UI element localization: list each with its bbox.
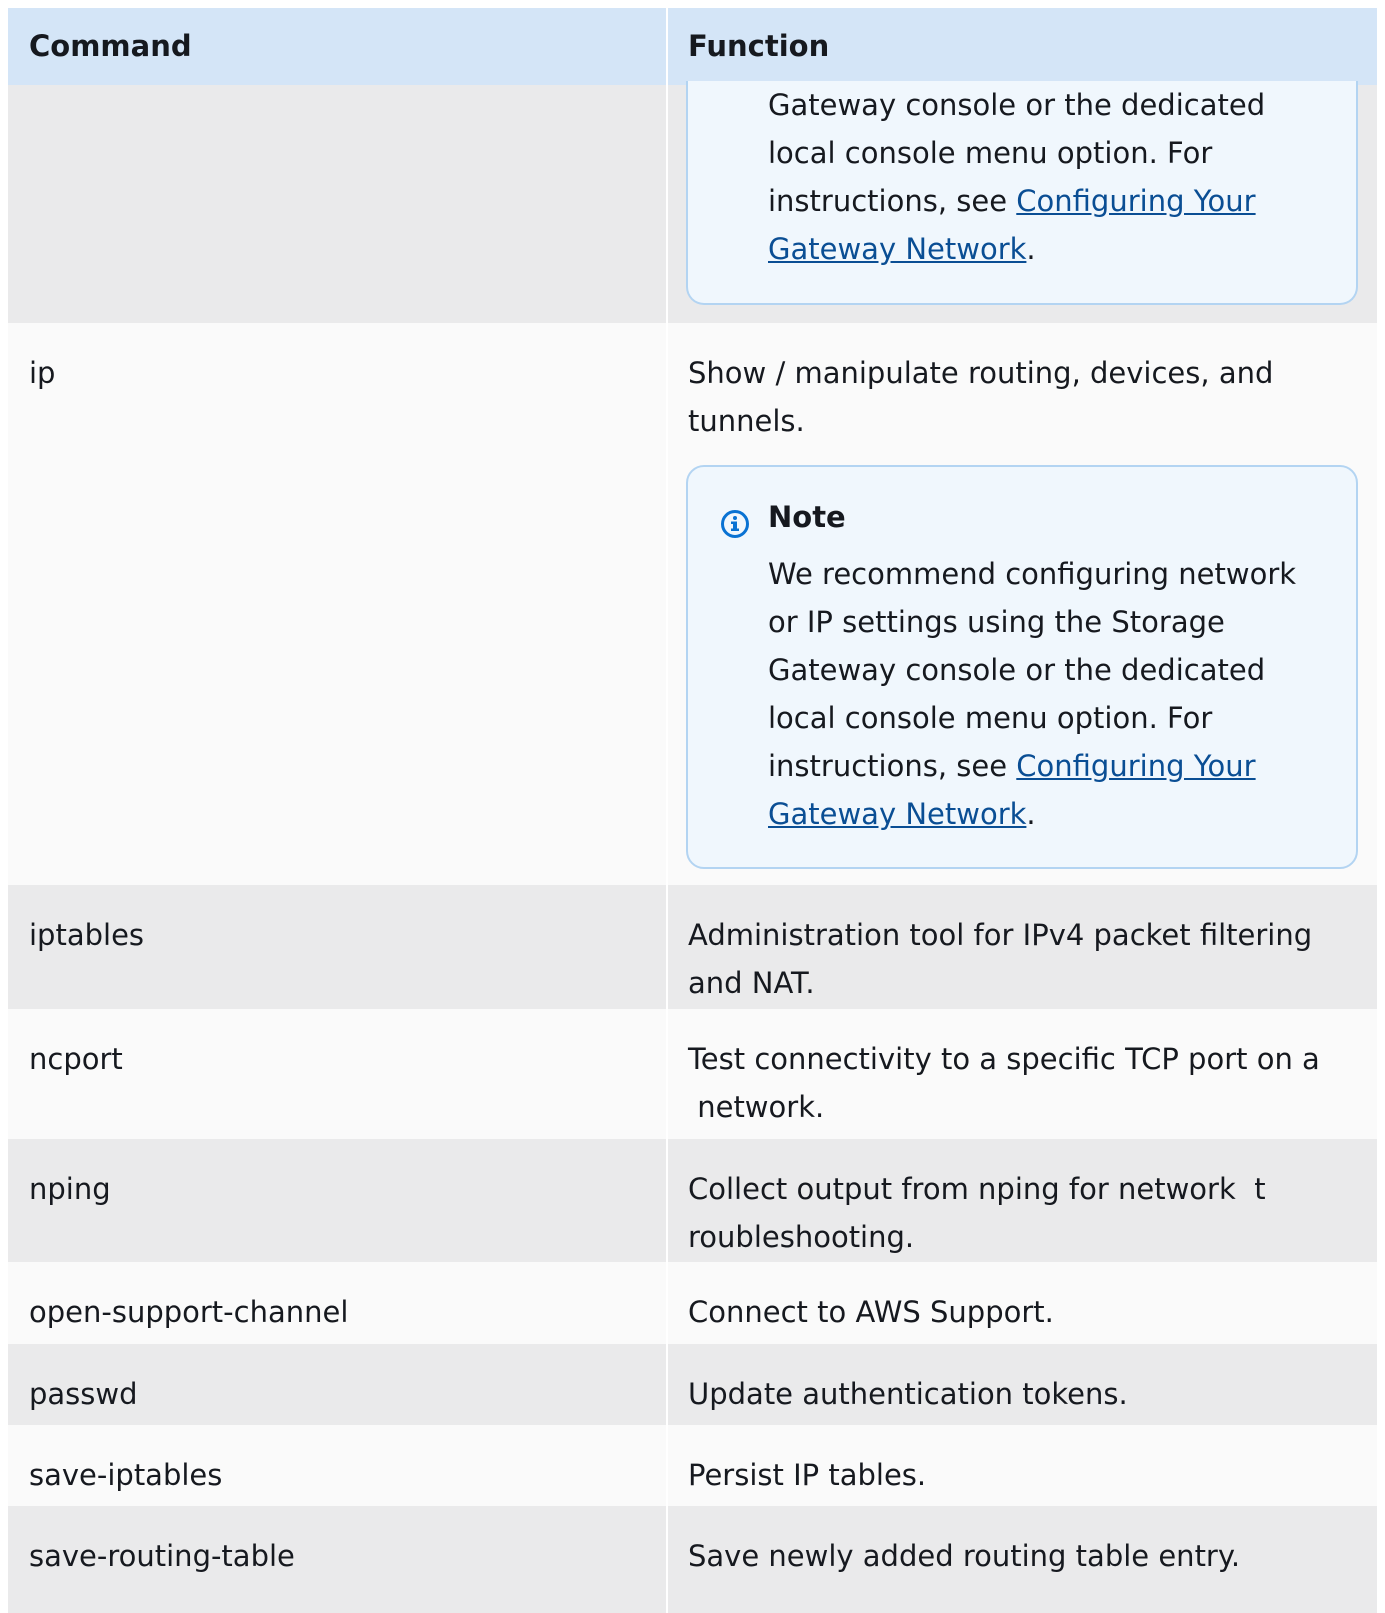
function-line: Collect output from nping for network t bbox=[688, 1172, 1266, 1206]
table-row: ncport Test connectivity to a specific T… bbox=[8, 1009, 1377, 1139]
note-text-prefix: instructions, see bbox=[768, 749, 1017, 783]
table-header: Command Function bbox=[8, 8, 1377, 85]
table-row: save-iptables Persist IP tables. bbox=[8, 1425, 1377, 1506]
command-cell: save-routing-table bbox=[29, 1539, 295, 1573]
function-line: network. bbox=[688, 1090, 825, 1124]
command-cell: nping bbox=[29, 1172, 111, 1206]
note-text-prefix: instructions, see bbox=[768, 184, 1017, 218]
function-cell: Persist IP tables. bbox=[668, 1425, 1377, 1506]
function-cell: Collect output from nping for network t … bbox=[668, 1139, 1377, 1262]
note-suffix: . bbox=[1026, 797, 1036, 831]
function-line: Save newly added routing table entry. bbox=[688, 1539, 1241, 1573]
note-line: local console menu option. For bbox=[768, 136, 1213, 170]
command-cell: save-iptables bbox=[29, 1458, 223, 1492]
configuring-network-link-cont[interactable]: Gateway Network bbox=[768, 797, 1026, 831]
function-line: tunnels. bbox=[688, 404, 805, 438]
table-row: iptables Administration tool for IPv4 pa… bbox=[8, 885, 1377, 1009]
configuring-network-link-cont[interactable]: Gateway Network bbox=[768, 232, 1026, 266]
function-line: Update authentication tokens. bbox=[688, 1377, 1128, 1411]
table-row-ip: ip Show / manipulate routing, devices, a… bbox=[8, 323, 1377, 885]
function-cell: Update authentication tokens. bbox=[668, 1344, 1377, 1425]
function-line: roubleshooting. bbox=[688, 1220, 915, 1254]
command-cell: open-support-channel bbox=[29, 1295, 349, 1329]
function-line: Administration tool for IPv4 packet filt… bbox=[688, 918, 1313, 952]
note-line: local console menu option. For bbox=[768, 701, 1213, 735]
table-row: passwd Update authentication tokens. bbox=[8, 1344, 1377, 1425]
function-line: and NAT. bbox=[688, 966, 815, 1000]
table-row: nping Collect output from nping for netw… bbox=[8, 1139, 1377, 1262]
note-box-continued: Gateway console or the dedicated local c… bbox=[686, 81, 1358, 305]
function-cell: Administration tool for IPv4 packet filt… bbox=[668, 885, 1377, 1009]
table-row: open-support-channel Connect to AWS Supp… bbox=[8, 1262, 1377, 1344]
command-cell: ip bbox=[29, 356, 56, 390]
header-command: Command bbox=[29, 29, 192, 63]
function-line: Test connectivity to a specific TCP port… bbox=[688, 1042, 1320, 1076]
command-cell: iptables bbox=[29, 918, 145, 952]
info-icon bbox=[721, 510, 749, 538]
note-suffix: . bbox=[1026, 232, 1036, 266]
configuring-network-link[interactable]: Configuring Your bbox=[1016, 184, 1255, 218]
note-line: We recommend configuring network bbox=[768, 557, 1297, 591]
table-row: save-routing-table Save newly added rout… bbox=[8, 1506, 1377, 1613]
function-cell: Save newly added routing table entry. bbox=[668, 1506, 1377, 1613]
configuring-network-link[interactable]: Configuring Your bbox=[1016, 749, 1255, 783]
function-line: Show / manipulate routing, devices, and bbox=[688, 356, 1274, 390]
function-line: Persist IP tables. bbox=[688, 1458, 927, 1492]
function-line: Connect to AWS Support. bbox=[688, 1295, 1054, 1329]
note-line: Gateway console or the dedicated bbox=[768, 88, 1266, 122]
note-box: Note We recommend configuring network or… bbox=[686, 465, 1358, 869]
function-cell: Test connectivity to a specific TCP port… bbox=[668, 1009, 1377, 1139]
table-row: Gateway console or the dedicated local c… bbox=[8, 81, 1377, 323]
note-line: Gateway console or the dedicated bbox=[768, 653, 1266, 687]
function-cell: Connect to AWS Support. bbox=[668, 1262, 1377, 1344]
command-cell: ncport bbox=[29, 1042, 123, 1076]
note-title: Note bbox=[768, 500, 846, 534]
function-cell: Show / manipulate routing, devices, and … bbox=[668, 323, 1377, 885]
note-line: or IP settings using the Storage bbox=[768, 605, 1225, 639]
header-function: Function bbox=[688, 29, 830, 63]
command-cell: passwd bbox=[29, 1377, 138, 1411]
